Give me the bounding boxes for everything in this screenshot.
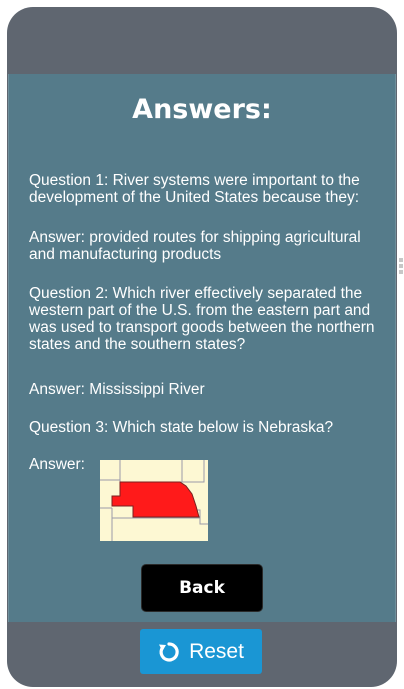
handle-dot — [399, 258, 403, 262]
handle-dot — [399, 264, 403, 268]
question-3-text: Question 3: Which state below is Nebrask… — [29, 419, 334, 436]
reset-button[interactable]: Reset — [140, 629, 262, 674]
answer-1-text: Answer: provided routes for shipping agr… — [29, 229, 361, 263]
question-2-text: Question 2: Which river effectively sepa… — [29, 285, 375, 353]
refresh-icon — [158, 641, 180, 663]
reset-label: Reset — [189, 639, 244, 663]
answers-panel: Answers: Question 1: River systems were … — [8, 74, 396, 622]
handle-dot — [399, 270, 403, 274]
question-1-text: Question 1: River systems were important… — [29, 172, 360, 206]
device-frame: Answers: Question 1: River systems were … — [7, 7, 397, 687]
nebraska-map-image — [100, 460, 208, 541]
nebraska-map — [100, 460, 208, 541]
back-button[interactable]: Back — [142, 565, 262, 611]
page-title: Answers: — [132, 94, 272, 125]
answer-3-label: Answer: — [29, 456, 85, 473]
resize-handle[interactable] — [398, 258, 404, 278]
answer-2-text: Answer: Mississippi River — [29, 381, 205, 398]
